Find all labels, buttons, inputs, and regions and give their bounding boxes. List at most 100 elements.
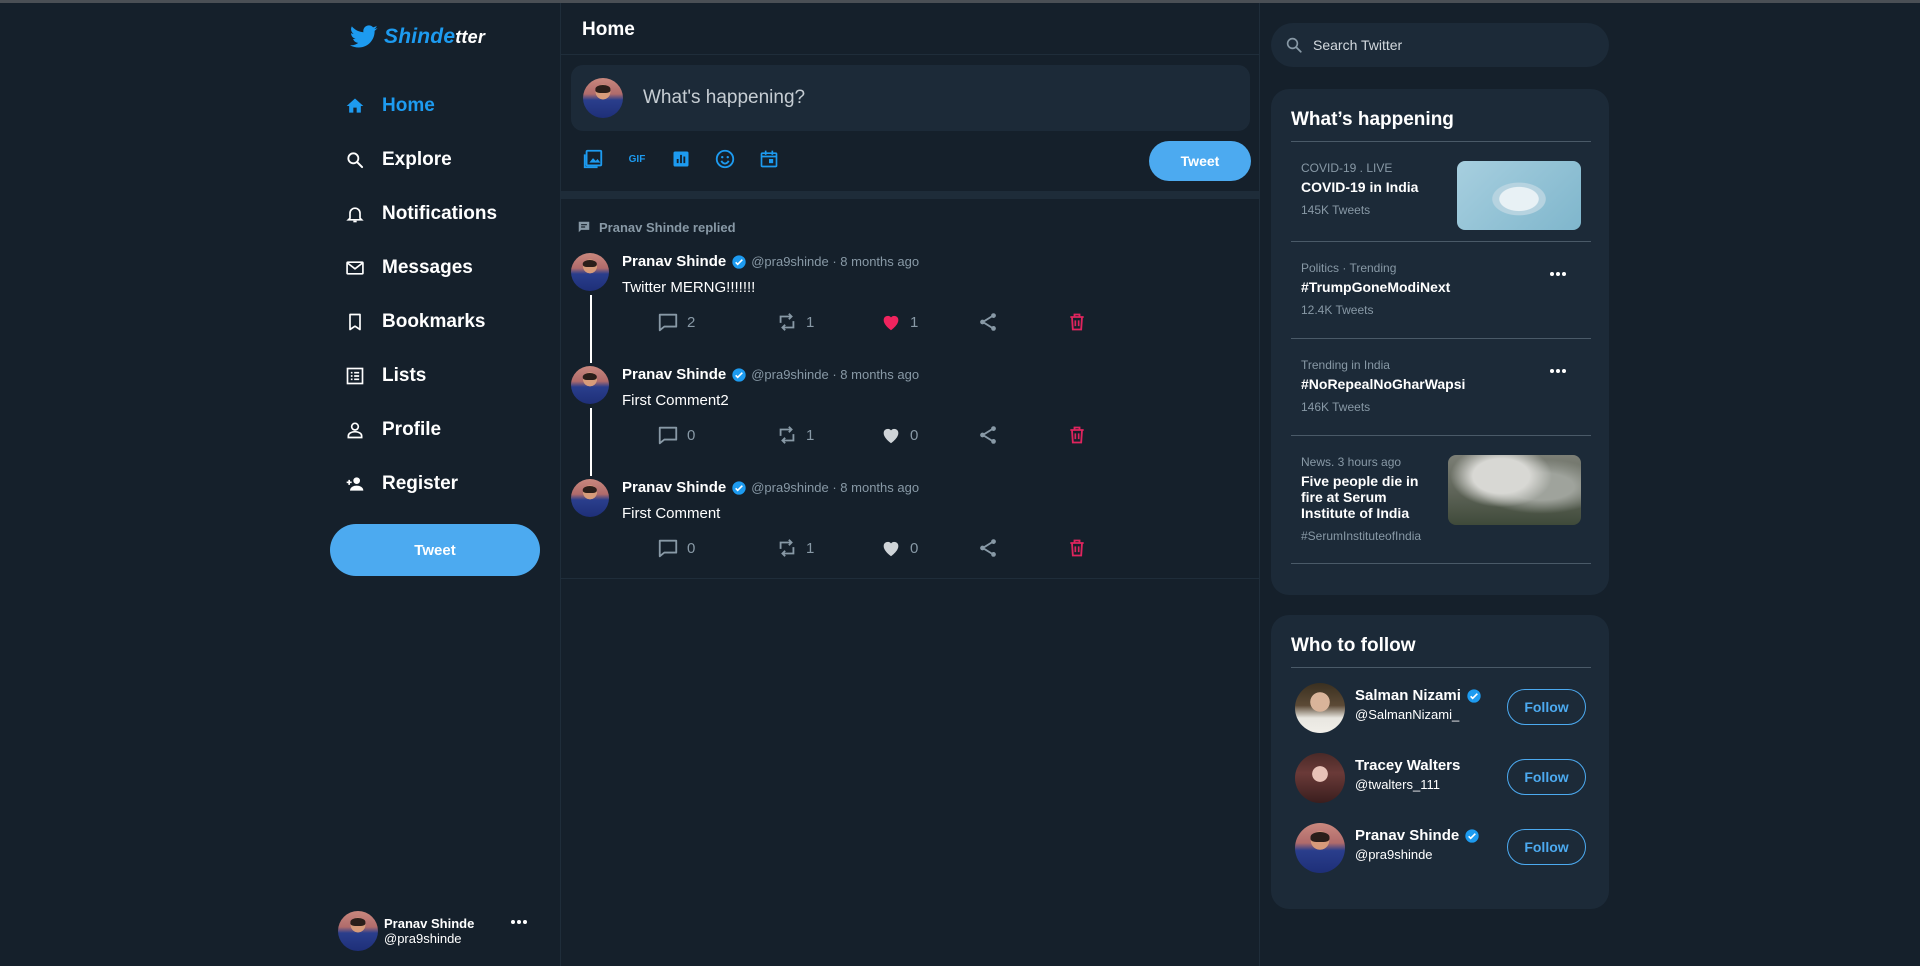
account-switcher[interactable]: Pranav Shinde @pra9shinde (338, 909, 538, 953)
trend-item[interactable]: Politics · Trending #TrumpGoneModiNext 1… (1301, 261, 1601, 317)
nav-item-messages[interactable]: Messages (342, 241, 497, 295)
nav-item-home[interactable]: Home (342, 79, 497, 133)
verified-icon (1466, 688, 1482, 704)
poll-icon[interactable] (669, 147, 693, 171)
avatar[interactable] (1295, 683, 1345, 733)
heart-icon (883, 315, 899, 331)
avatar[interactable] (1295, 823, 1345, 873)
nav-item-lists[interactable]: Lists (342, 349, 497, 403)
more-icon[interactable] (510, 919, 528, 925)
trend-title: #NoRepealNoGharWapsi (1301, 376, 1466, 392)
sidebar-tweet-button[interactable]: Tweet (330, 524, 540, 576)
share-icon (980, 426, 996, 444)
reply-button[interactable]: 2 (657, 311, 776, 333)
share-icon (980, 313, 996, 331)
avatar[interactable] (571, 253, 609, 291)
avatar[interactable] (571, 366, 609, 404)
schedule-icon[interactable] (757, 147, 781, 171)
who-to-follow-panel: Who to follow Salman Nizami @SalmanNizam… (1271, 615, 1609, 909)
retweet-button[interactable]: 1 (776, 537, 880, 559)
retweet-icon (779, 313, 795, 331)
reply-button[interactable]: 0 (657, 537, 776, 559)
home-icon (342, 93, 368, 119)
nav-item-bookmarks[interactable]: Bookmarks (342, 295, 497, 349)
tweet-handle: @pra9shinde (751, 367, 829, 382)
nav-item-explore[interactable]: Explore (342, 133, 497, 187)
divider (561, 578, 1259, 579)
trend-item[interactable]: Trending in India #NoRepealNoGharWapsi 1… (1301, 358, 1601, 414)
follow-name-row: Pranav Shinde (1355, 827, 1484, 844)
more-icon[interactable] (1549, 368, 1567, 374)
share-button[interactable] (977, 311, 1067, 333)
divider (1291, 338, 1591, 339)
follow-suggestion[interactable]: Pranav Shinde @pra9shinde Follow (1295, 823, 1595, 875)
trash-icon (1070, 426, 1084, 444)
panel-title: Who to follow (1291, 635, 1416, 656)
trend-item[interactable]: News. 3 hours ago Five people die in fir… (1301, 455, 1441, 543)
nav-label: Bookmarks (382, 311, 486, 332)
delete-button[interactable] (1067, 311, 1087, 333)
tweet[interactable]: Pranav Shinde @pra9shinde · 8 months ago… (561, 465, 1259, 578)
follow-suggestion[interactable]: Tracey Walters @twalters_111 Follow (1295, 753, 1595, 805)
follow-suggestion[interactable]: Salman Nizami @SalmanNizami_ Follow (1295, 683, 1595, 735)
reply-button[interactable]: 0 (657, 424, 776, 446)
delete-button[interactable] (1067, 537, 1087, 559)
account-names: Pranav Shinde @pra9shinde (384, 916, 474, 946)
tweet[interactable]: Pranav Shinde @pra9shinde · 8 months ago… (561, 239, 1259, 363)
compose-tweet-button[interactable]: Tweet (1149, 141, 1251, 181)
more-icon[interactable] (1549, 271, 1567, 277)
trend-image[interactable] (1457, 161, 1581, 230)
image-icon[interactable] (581, 147, 605, 171)
avatar (338, 911, 378, 951)
trend-count: 12.4K Tweets (1301, 303, 1374, 317)
tweet-header: Pranav Shinde @pra9shinde · 8 months ago (622, 366, 920, 383)
emoji-icon[interactable] (713, 147, 737, 171)
follow-button[interactable]: Follow (1507, 689, 1586, 725)
share-button[interactable] (977, 424, 1067, 446)
nav-label: Notifications (382, 203, 498, 224)
nav-item-notifications[interactable]: Notifications (342, 187, 497, 241)
nav-label: Messages (382, 257, 473, 278)
tweet-author[interactable]: Pranav Shinde (622, 479, 726, 496)
follow-button[interactable]: Follow (1507, 829, 1586, 865)
search-box[interactable] (1271, 23, 1609, 67)
retweet-count: 1 (806, 539, 815, 557)
delete-button[interactable] (1067, 424, 1087, 446)
divider (1291, 141, 1591, 142)
tweet-text: Twitter MERNG!!!!!!! (622, 279, 756, 296)
trend-count: 146K Tweets (1301, 400, 1371, 414)
like-button[interactable]: 1 (880, 311, 977, 333)
avatar[interactable] (571, 479, 609, 517)
main-nav: Home Explore Notifications Messages Book… (342, 79, 497, 511)
follow-button[interactable]: Follow (1507, 759, 1586, 795)
tweet-author[interactable]: Pranav Shinde (622, 253, 726, 270)
compose-toolbar: GIF (581, 147, 801, 171)
comment-icon (658, 313, 678, 332)
search-input[interactable] (1313, 37, 1593, 53)
retweet-button[interactable]: 1 (776, 424, 880, 446)
heart-icon (883, 428, 899, 444)
page-title: Home (561, 3, 1259, 55)
retweet-button[interactable]: 1 (776, 311, 880, 333)
like-button[interactable]: 0 (880, 424, 977, 446)
account-handle: @pra9shinde (384, 931, 462, 946)
chat-icon (577, 220, 591, 234)
compose-box (571, 65, 1250, 131)
reply-count: 2 (687, 313, 696, 331)
nav-item-register[interactable]: Register (342, 457, 497, 511)
like-button[interactable]: 0 (880, 537, 977, 559)
share-button[interactable] (977, 537, 1067, 559)
app-logo[interactable]: Shindetter (350, 25, 485, 49)
compose-input[interactable] (643, 87, 1203, 109)
tweet[interactable]: Pranav Shinde @pra9shinde · 8 months ago… (561, 352, 1259, 476)
avatar[interactable] (1295, 753, 1345, 803)
replied-indicator: Pranav Shinde replied (577, 215, 1259, 239)
trend-image[interactable] (1448, 455, 1581, 525)
tweet-author[interactable]: Pranav Shinde (622, 366, 726, 383)
gif-icon[interactable]: GIF (625, 147, 649, 171)
bookmark-icon (342, 309, 368, 335)
follow-name: Salman Nizami (1355, 687, 1461, 704)
nav-item-profile[interactable]: Profile (342, 403, 497, 457)
like-count: 0 (910, 426, 919, 444)
tweet-text: First Comment2 (622, 392, 729, 409)
